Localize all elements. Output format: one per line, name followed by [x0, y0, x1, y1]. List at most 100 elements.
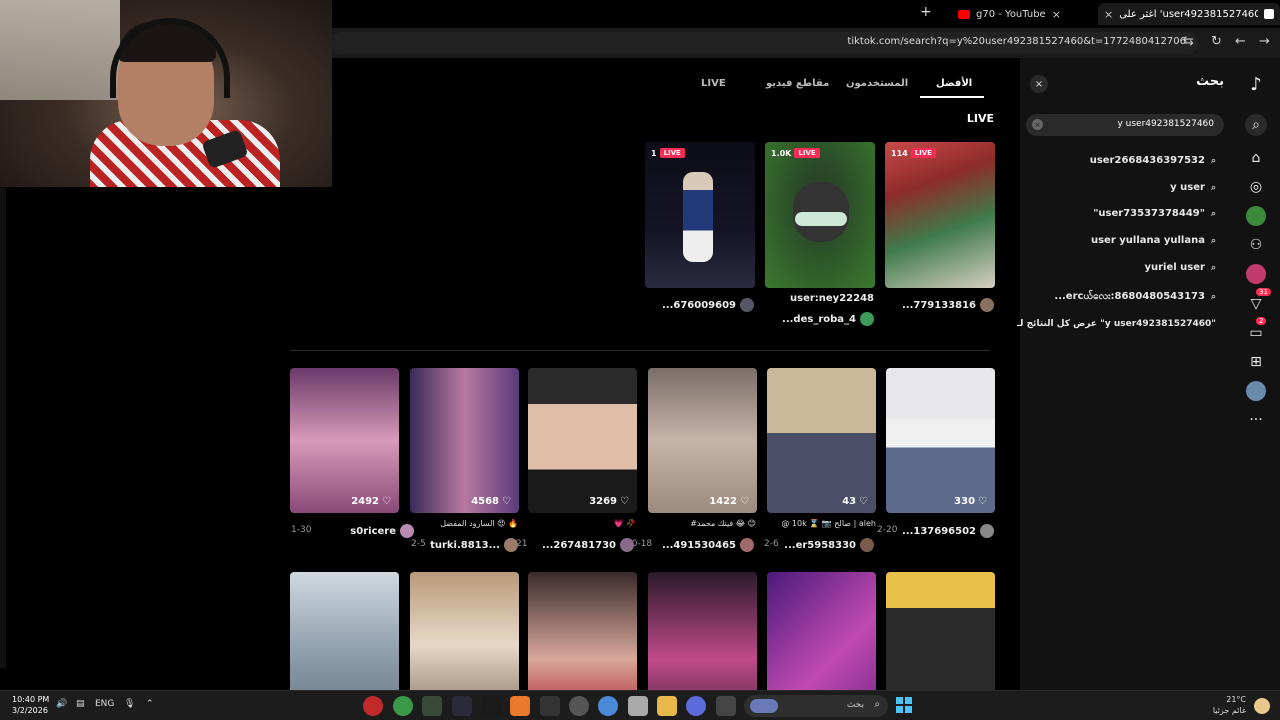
youtube-icon	[958, 9, 970, 19]
avatar	[620, 538, 634, 552]
upload-icon[interactable]: ⊞	[1246, 352, 1266, 372]
video-card[interactable]: 43 ♡	[767, 368, 876, 513]
url-field[interactable]: tiktok.com/search?q=y%20user492381527460…	[330, 32, 1198, 54]
explore-icon[interactable]: ◎	[1246, 177, 1266, 197]
store-icon[interactable]	[628, 696, 648, 716]
taskbar-search[interactable]: بحث ⌕	[744, 695, 888, 717]
live-username[interactable]: ...779133816	[902, 298, 994, 312]
live-username[interactable]: ...676009609	[662, 298, 754, 312]
video-caption: 💗 🥀	[613, 519, 636, 528]
tab-youtube[interactable]: g70 - YouTube ×	[950, 3, 1098, 25]
video-author[interactable]: ...137696502	[902, 524, 994, 538]
language-indicator[interactable]: ENG	[95, 699, 114, 709]
video-date: 2-6	[764, 539, 779, 549]
video-author[interactable]: s0ricere	[350, 524, 414, 538]
app-icon[interactable]	[510, 696, 530, 716]
close-icon[interactable]: ×	[1030, 75, 1048, 93]
live-username[interactable]: user:ney22248	[790, 293, 874, 304]
video-author[interactable]: ...267481730	[542, 538, 634, 552]
tab-tiktok[interactable]: × اغثر على 'user492381527460 y'	[1098, 3, 1280, 25]
search-suggestion[interactable]: user yullana yullana ⌕	[1091, 235, 1216, 246]
mic-icon[interactable]: 🎙	[124, 699, 135, 709]
video-card[interactable]: 330 ♡	[886, 368, 995, 513]
messages-icon[interactable]: ▭ 2	[1246, 317, 1267, 343]
tab-videos[interactable]: مقاطع فيديو	[766, 78, 829, 89]
notification-badge: 2	[1256, 317, 1267, 325]
tab-close-button[interactable]: ×	[1052, 8, 1061, 21]
chrome-icon[interactable]	[393, 696, 413, 716]
search-icon: ⌕	[1210, 208, 1216, 219]
forward-icon[interactable]: →	[1259, 34, 1270, 49]
video-card[interactable]	[648, 572, 757, 690]
search-suggestion[interactable]: yuriel user ⌕	[1144, 262, 1216, 273]
live-card[interactable]: 114 LIVE	[885, 142, 995, 288]
tab-live[interactable]: LIVE	[701, 78, 726, 89]
profile-avatar-icon[interactable]	[1246, 381, 1266, 401]
tab-top[interactable]: الأفضل	[936, 78, 972, 89]
search-suggestion[interactable]: ...ercယ်လေး:8680480543173 ⌕	[1054, 289, 1216, 304]
heart-icon: ♡	[382, 496, 391, 507]
search-input[interactable]: × y user492381527460	[1026, 114, 1224, 136]
home-icon[interactable]: ⌂	[1246, 148, 1266, 168]
app-icon[interactable]	[716, 696, 736, 716]
taskbar-search-label: بحث	[846, 700, 864, 710]
new-tab-button[interactable]: +	[920, 4, 932, 20]
taskbar-clock[interactable]: 10:40 PM 3/2/2026	[12, 694, 49, 716]
activity-icon[interactable]: ▽ 31	[1246, 288, 1271, 314]
heart-icon: ♡	[978, 496, 987, 507]
tab-search-icon[interactable]: ⇆	[1183, 34, 1194, 49]
video-card[interactable]: 2492 ♡	[290, 368, 399, 513]
app-icon[interactable]	[540, 696, 560, 716]
friends-icon[interactable]: ⚇	[1246, 235, 1266, 255]
volume-icon[interactable]: 🔊	[56, 699, 67, 709]
search-icon: ⌕	[1210, 262, 1216, 273]
video-card[interactable]	[410, 572, 519, 690]
live-username[interactable]: ...des_roba_4	[782, 312, 874, 326]
chrome-active-icon[interactable]	[598, 696, 618, 716]
video-card[interactable]: 3269 ♡	[528, 368, 637, 513]
show-hidden-icons-icon[interactable]: ⌃	[146, 699, 154, 709]
video-caption: السارود المفضل 😍 🔥	[440, 519, 518, 528]
live-icon[interactable]	[1246, 264, 1266, 284]
reload-icon[interactable]: ↻	[1211, 34, 1222, 49]
video-author[interactable]: turki.8813...	[430, 538, 518, 552]
back-icon[interactable]: ←	[1235, 34, 1246, 49]
app-icon[interactable]	[422, 696, 442, 716]
app-icon-obs[interactable]	[363, 696, 383, 716]
tiktok-logo-icon[interactable]: ♪	[1246, 74, 1266, 95]
more-icon[interactable]: ···	[1246, 410, 1266, 430]
discord-icon[interactable]	[686, 696, 706, 716]
search-icon[interactable]: ⌕	[1245, 114, 1267, 136]
clear-icon[interactable]: ×	[1032, 119, 1043, 130]
live-card[interactable]: 1.0K LIVE	[765, 142, 875, 288]
network-icon[interactable]: ▤	[76, 699, 85, 709]
search-highlight-icon	[750, 699, 778, 713]
search-suggestion[interactable]: "user73537378449" ⌕	[1093, 208, 1216, 219]
tab-close-button[interactable]: ×	[1104, 8, 1113, 21]
following-avatar-icon[interactable]	[1246, 206, 1266, 226]
file-explorer-icon[interactable]	[657, 696, 677, 716]
live-tag: LIVE	[910, 148, 936, 158]
video-card[interactable]: 1422 ♡	[648, 368, 757, 513]
weather-widget[interactable]: 21°C غائم جزئيا	[1213, 694, 1246, 716]
video-author[interactable]: ...491530465	[662, 538, 754, 552]
windows-start-icon[interactable]	[896, 697, 912, 713]
search-suggestion[interactable]: user2668436397532 ⌕	[1090, 155, 1216, 166]
tab-users[interactable]: المستخدمون	[846, 78, 908, 89]
app-icon[interactable]	[481, 696, 501, 716]
live-thumbnail	[683, 172, 713, 262]
video-card[interactable]	[528, 572, 637, 690]
search-suggestion[interactable]: y user ⌕	[1170, 182, 1216, 193]
heart-icon: ♡	[620, 496, 629, 507]
search-query: y user492381527460	[1117, 119, 1214, 129]
video-card[interactable]	[767, 572, 876, 690]
settings-icon[interactable]	[569, 696, 589, 716]
video-author[interactable]: ...er5958330	[784, 538, 874, 552]
video-card[interactable]: 4568 ♡	[410, 368, 519, 513]
video-card[interactable]	[290, 572, 399, 690]
live-card[interactable]: 1 LIVE	[645, 142, 755, 288]
app-icon[interactable]	[452, 696, 472, 716]
avatar	[980, 298, 994, 312]
video-card[interactable]	[886, 572, 995, 690]
see-all-results-link[interactable]: عرض كل النتائج لـ "y user492381527460"	[1017, 319, 1216, 329]
